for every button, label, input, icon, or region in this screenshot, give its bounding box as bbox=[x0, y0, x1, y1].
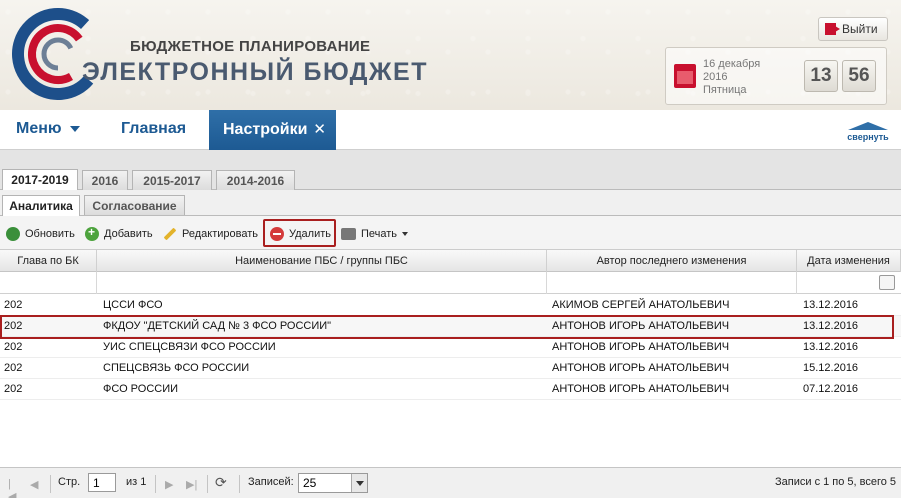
cell-name: УИС СПЕЦСВЯЗИ ФСО РОССИИ bbox=[103, 341, 276, 353]
edit-button[interactable]: Редактировать bbox=[163, 225, 258, 243]
cell-author: АНТОНОВ ИГОРЬ АНАТОЛЬЕВИЧ bbox=[552, 383, 730, 395]
table-row[interactable]: 202 УИС СПЕЦСВЯЗИ ФСО РОССИИ АНТОНОВ ИГО… bbox=[0, 337, 901, 358]
cell-chapter: 202 bbox=[4, 299, 23, 311]
chevron-down-icon bbox=[351, 474, 367, 492]
refresh-label: Обновить bbox=[25, 228, 75, 240]
collapse-button[interactable]: свернуть bbox=[846, 122, 890, 142]
pager-separator bbox=[155, 475, 156, 493]
app-header: БЮДЖЕТНОЕ ПЛАНИРОВАНИЕ ЭЛЕКТРОННЫЙ БЮДЖЕ… bbox=[0, 0, 901, 110]
pager-separator bbox=[239, 475, 240, 493]
brand-title: ЭЛЕКТРОННЫЙ БЮДЖЕТ bbox=[82, 58, 428, 86]
records-label: Записей: bbox=[248, 476, 294, 488]
table-row[interactable]: 202 СПЕЦСВЯЗЬ ФСО РОССИИ АНТОНОВ ИГОРЬ А… bbox=[0, 358, 901, 379]
filter-chapter[interactable] bbox=[0, 272, 97, 294]
toolbar: Обновить Добавить Редактировать Удалить … bbox=[0, 216, 901, 250]
nav-settings-tab[interactable]: Настройки ✕ bbox=[209, 110, 336, 150]
filter-name[interactable] bbox=[97, 272, 547, 294]
cell-author: АКИМОВ СЕРГЕЙ АНАТОЛЬЕВИЧ bbox=[552, 299, 730, 311]
records-summary: Записи с 1 по 5, всего 5 bbox=[775, 476, 897, 488]
tab-analytics[interactable]: Аналитика bbox=[2, 195, 80, 216]
cell-chapter: 202 bbox=[4, 383, 23, 395]
main-nav: Меню Главная Настройки ✕ свернуть bbox=[0, 110, 901, 150]
records-per-page-select[interactable]: 25 bbox=[298, 473, 368, 493]
date-panel: 16 декабря 2016 Пятница 13 56 bbox=[665, 47, 887, 105]
date-filter-icon[interactable] bbox=[879, 275, 895, 290]
prev-page-icon[interactable]: ◀ bbox=[30, 478, 40, 491]
nav-menu-label: Меню bbox=[16, 120, 62, 137]
cell-author: АНТОНОВ ИГОРЬ АНАТОЛЬЕВИЧ bbox=[552, 341, 730, 353]
last-page-icon[interactable]: ▶| bbox=[186, 478, 197, 491]
print-button[interactable]: Печать bbox=[341, 225, 409, 243]
collapse-icon bbox=[848, 122, 888, 130]
cell-chapter: 202 bbox=[4, 362, 23, 374]
cell-date: 13.12.2016 bbox=[803, 299, 859, 311]
tab-approval[interactable]: Согласование bbox=[84, 195, 185, 215]
tab-2015-2017[interactable]: 2015-2017 bbox=[132, 170, 212, 190]
cell-chapter: 202 bbox=[4, 341, 23, 353]
pager-separator bbox=[207, 475, 208, 493]
refresh-button[interactable]: Обновить bbox=[6, 225, 75, 243]
exit-icon bbox=[825, 23, 840, 35]
nav-home[interactable]: Главная bbox=[121, 120, 186, 138]
grid-header: Глава по БК Наименование ПБС / группы ПБ… bbox=[0, 250, 901, 272]
column-chapter[interactable]: Глава по БК bbox=[0, 250, 97, 272]
page-label: Стр. bbox=[58, 476, 81, 488]
date-day: 16 декабря bbox=[703, 58, 761, 70]
table-row[interactable]: 202 ЦССИ ФСО АКИМОВ СЕРГЕЙ АНАТОЛЬЕВИЧ 1… bbox=[0, 295, 901, 316]
pager: |◀ ◀ Стр. из 1 ▶ ▶| ⟳ Записей: 25 Записи… bbox=[0, 467, 901, 498]
brand-subtitle: БЮДЖЕТНОЕ ПЛАНИРОВАНИЕ bbox=[130, 38, 371, 55]
refresh-icon[interactable]: ⟳ bbox=[215, 474, 227, 491]
nav-menu[interactable]: Меню bbox=[16, 120, 80, 138]
cell-name: ЦССИ ФСО bbox=[103, 299, 163, 311]
printer-icon bbox=[341, 228, 356, 240]
table-row[interactable]: 202 ФСО РОССИИ АНТОНОВ ИГОРЬ АНАТОЛЬЕВИЧ… bbox=[0, 379, 901, 400]
filter-author[interactable] bbox=[547, 272, 797, 294]
calendar-icon bbox=[674, 64, 696, 88]
add-icon bbox=[85, 225, 99, 241]
nav-settings-label: Настройки bbox=[223, 121, 308, 138]
tab-2014-2016[interactable]: 2014-2016 bbox=[216, 170, 295, 190]
delete-button-highlight bbox=[263, 219, 336, 247]
collapse-label: свернуть bbox=[847, 132, 889, 142]
cell-name: СПЕЦСВЯЗЬ ФСО РОССИИ bbox=[103, 362, 250, 374]
selected-row-highlight bbox=[0, 315, 894, 339]
column-name[interactable]: Наименование ПБС / группы ПБС bbox=[97, 250, 547, 272]
exit-label: Выйти bbox=[842, 22, 878, 36]
tab-2017-2019[interactable]: 2017-2019 bbox=[2, 169, 78, 190]
edit-label: Редактировать bbox=[182, 228, 258, 240]
cell-date: 07.12.2016 bbox=[803, 383, 859, 395]
column-date[interactable]: Дата изменения bbox=[797, 250, 901, 272]
cell-date: 13.12.2016 bbox=[803, 341, 859, 353]
print-label: Печать bbox=[361, 228, 398, 240]
first-page-icon[interactable]: |◀ bbox=[8, 478, 18, 498]
year-tabs: 2017-2019 2016 2015-2017 2014-2016 bbox=[0, 150, 901, 190]
cell-author: АНТОНОВ ИГОРЬ АНАТОЛЬЕВИЧ bbox=[552, 362, 730, 374]
chevron-down-icon bbox=[402, 232, 409, 236]
refresh-icon bbox=[6, 227, 20, 241]
cell-name: ФСО РОССИИ bbox=[103, 383, 179, 395]
date-weekday: Пятница bbox=[703, 84, 747, 96]
tab-2016[interactable]: 2016 bbox=[82, 170, 128, 190]
records-per-page-value: 25 bbox=[303, 476, 317, 490]
date-text: 16 декабря 2016 Пятница bbox=[703, 58, 760, 97]
column-author[interactable]: Автор последнего изменения bbox=[547, 250, 797, 272]
chevron-down-icon bbox=[69, 125, 80, 132]
exit-button[interactable]: Выйти bbox=[818, 17, 888, 41]
pager-separator bbox=[50, 475, 51, 493]
page-input[interactable] bbox=[88, 473, 116, 492]
sub-tabs: Аналитика Согласование bbox=[0, 190, 901, 216]
close-icon[interactable]: ✕ bbox=[313, 121, 326, 138]
clock-minutes: 56 bbox=[842, 60, 876, 92]
add-button[interactable]: Добавить bbox=[85, 225, 153, 243]
pencil-icon bbox=[163, 227, 177, 241]
filter-row bbox=[0, 272, 901, 294]
next-page-icon[interactable]: ▶ bbox=[165, 478, 175, 491]
date-year: 2016 bbox=[703, 71, 728, 83]
clock-hours: 13 bbox=[804, 60, 838, 92]
add-label: Добавить bbox=[104, 228, 153, 240]
page-count: из 1 bbox=[126, 476, 147, 488]
cell-date: 15.12.2016 bbox=[803, 362, 859, 374]
